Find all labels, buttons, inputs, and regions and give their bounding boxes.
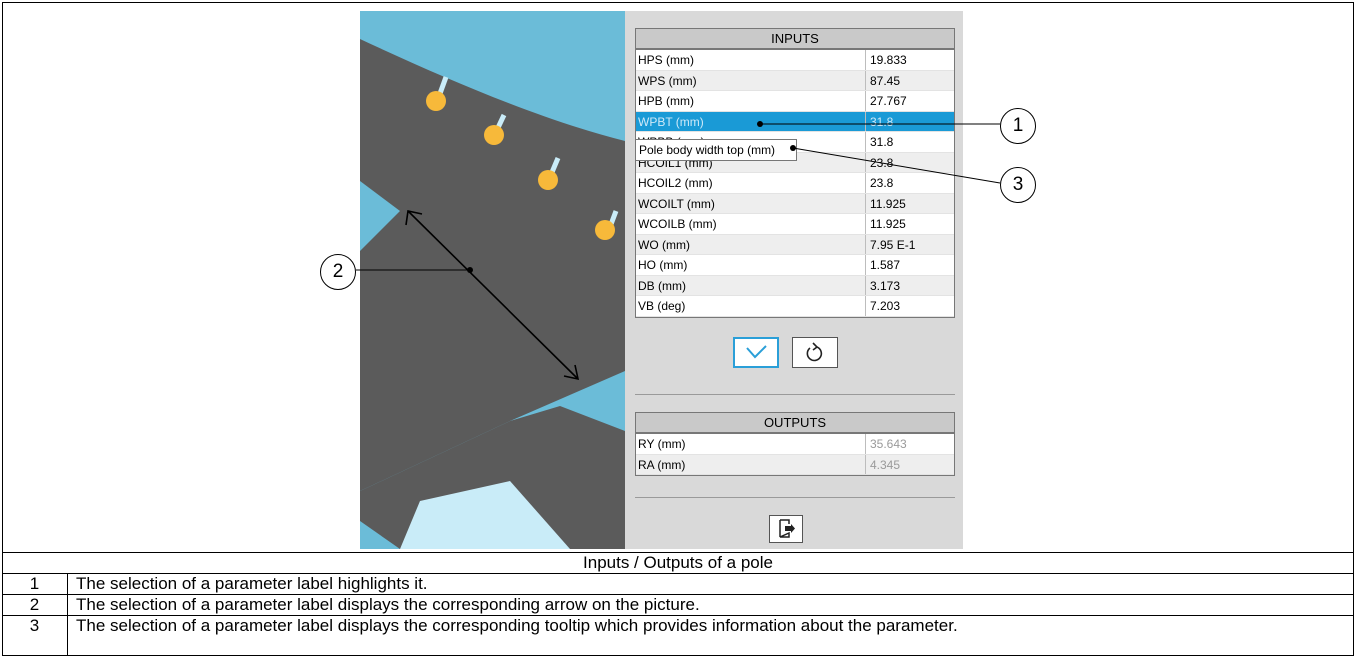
- figure-caption: Inputs / Outputs of a pole: [2, 552, 1354, 574]
- note-number: 2: [2, 595, 68, 615]
- note-row: 3 The selection of a parameter label dis…: [2, 616, 1354, 656]
- note-text: The selection of a parameter label displ…: [76, 595, 700, 614]
- note-number: 3: [2, 616, 68, 656]
- note-row: 2 The selection of a parameter label dis…: [2, 595, 1354, 616]
- note-text: The selection of a parameter label displ…: [76, 616, 958, 635]
- note-row: 1 The selection of a parameter label hig…: [2, 574, 1354, 595]
- note-text: The selection of a parameter label highl…: [76, 574, 428, 593]
- callout-2: 2: [320, 254, 356, 290]
- callout-3: 3: [1000, 167, 1036, 203]
- callout-1: 1: [1000, 108, 1036, 144]
- note-number: 1: [2, 574, 68, 594]
